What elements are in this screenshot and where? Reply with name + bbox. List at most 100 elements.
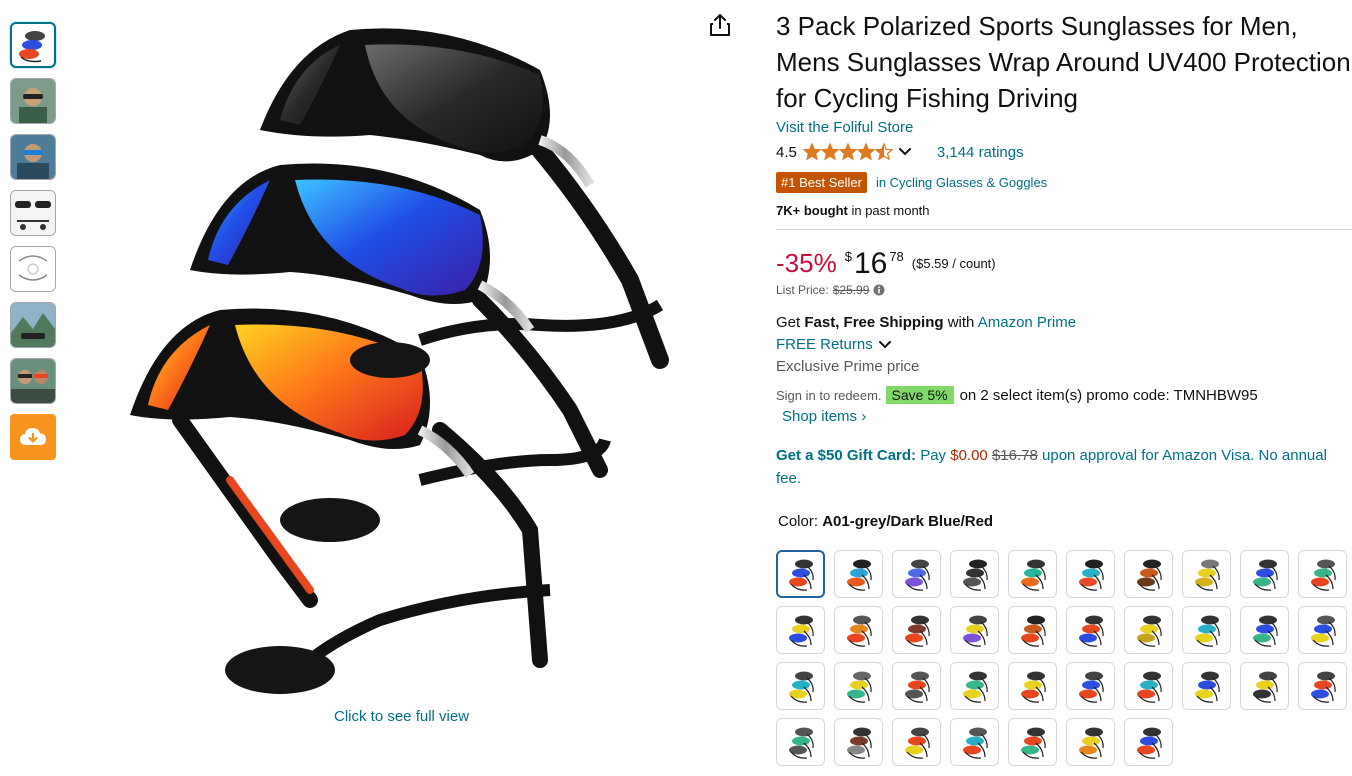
promo-row: Sign in to redeem. Save 5% on 2 select i… — [776, 384, 1352, 406]
thumbnail-image — [11, 247, 55, 291]
swatch-sunglasses-image — [788, 615, 814, 647]
color-swatch[interactable] — [1124, 550, 1173, 598]
color-label: Color: — [778, 513, 823, 530]
best-seller-row: #1 Best Seller in Cycling Glasses & Gogg… — [776, 170, 1352, 194]
thumbnail-strip — [10, 22, 58, 460]
gift-card-offer[interactable]: Get a $50 Gift Card: Pay $0.00 $16.78 up… — [776, 444, 1336, 490]
swatch-sunglasses-image — [962, 559, 988, 591]
color-swatch[interactable] — [1008, 662, 1057, 710]
color-swatch[interactable] — [892, 606, 941, 654]
color-swatch[interactable] — [1066, 718, 1115, 766]
swatch-sunglasses-image — [1252, 559, 1278, 591]
color-swatch[interactable] — [1182, 662, 1231, 710]
color-swatch[interactable] — [834, 550, 883, 598]
color-swatch-grid — [776, 550, 1352, 766]
color-swatch[interactable] — [1240, 606, 1289, 654]
swatch-sunglasses-image — [846, 559, 872, 591]
bought-count-text: in past month — [847, 203, 930, 218]
color-swatch[interactable] — [1124, 718, 1173, 766]
store-link[interactable]: Visit the Foliful Store — [776, 118, 1352, 138]
thumbnail-1[interactable] — [10, 22, 56, 68]
color-swatch[interactable] — [1298, 550, 1347, 598]
color-swatch[interactable] — [1008, 550, 1057, 598]
swatch-sunglasses-image — [1020, 727, 1046, 759]
color-swatch[interactable] — [892, 662, 941, 710]
list-price-label: List Price: — [776, 283, 829, 297]
thumbnail-2[interactable] — [10, 78, 56, 124]
unit-price: ($5.59 / count) — [911, 256, 996, 271]
list-price: List Price: $25.99 — [776, 282, 1352, 298]
color-swatch[interactable] — [1066, 606, 1115, 654]
thumbnail-image — [19, 31, 45, 63]
color-swatch[interactable] — [776, 718, 825, 766]
cloud-download-icon — [20, 428, 46, 445]
swatch-sunglasses-image — [1020, 559, 1046, 591]
thumbnail-6[interactable] — [10, 302, 56, 348]
color-swatch[interactable] — [1008, 718, 1057, 766]
color-swatch[interactable] — [776, 662, 825, 710]
color-swatch[interactable] — [1124, 662, 1173, 710]
color-swatch[interactable] — [834, 606, 883, 654]
color-swatch[interactable] — [1298, 606, 1347, 654]
color-swatch[interactable] — [1066, 550, 1115, 598]
color-swatch[interactable] — [950, 550, 999, 598]
color-swatch[interactable] — [1124, 606, 1173, 654]
swatch-sunglasses-image — [1310, 559, 1336, 591]
color-swatch[interactable] — [950, 606, 999, 654]
thumbnail-5[interactable] — [10, 246, 56, 292]
sign-in-to-redeem[interactable]: Sign in to redeem. — [776, 388, 882, 403]
star-rating[interactable] — [802, 143, 893, 161]
color-swatch[interactable] — [892, 718, 941, 766]
color-swatch[interactable] — [1240, 550, 1289, 598]
swatch-sunglasses-image — [1252, 671, 1278, 703]
ratings-count-link[interactable]: 3,144 ratings — [937, 144, 1024, 161]
color-swatch[interactable] — [1240, 662, 1289, 710]
share-button[interactable] — [708, 12, 732, 43]
thumbnail-4[interactable] — [10, 190, 56, 236]
color-swatch[interactable] — [776, 550, 825, 598]
color-value: A01-grey/Dark Blue/Red — [822, 513, 994, 530]
shipping-get: Get — [776, 314, 805, 331]
full-view-link[interactable]: Click to see full view — [334, 708, 469, 725]
swatch-sunglasses-image — [788, 671, 814, 703]
color-swatch[interactable] — [776, 606, 825, 654]
free-returns-link[interactable]: FREE Returns — [776, 334, 1352, 356]
best-seller-badge[interactable]: #1 Best Seller — [776, 171, 867, 193]
share-icon — [710, 14, 730, 36]
swatch-sunglasses-image — [846, 727, 872, 759]
thumbnail-3[interactable] — [10, 134, 56, 180]
info-icon[interactable] — [873, 284, 885, 296]
rating-row: 4.5 3,144 ratings — [776, 140, 1352, 164]
swatch-sunglasses-image — [1078, 559, 1104, 591]
main-product-image[interactable] — [120, 10, 700, 710]
color-swatch[interactable] — [950, 662, 999, 710]
amazon-prime-link[interactable]: Amazon Prime — [978, 314, 1076, 331]
price-fraction: 78 — [889, 249, 904, 264]
color-swatch[interactable] — [1182, 606, 1231, 654]
color-swatch[interactable] — [1182, 550, 1231, 598]
color-swatch[interactable] — [950, 718, 999, 766]
thumbnail-image — [11, 191, 55, 235]
color-swatch[interactable] — [892, 550, 941, 598]
promo-text: on 2 select item(s) promo code: TMNHBW95 — [959, 386, 1258, 404]
swatch-sunglasses-image — [1020, 615, 1046, 647]
swatch-sunglasses-image — [1310, 671, 1336, 703]
color-swatch[interactable] — [834, 662, 883, 710]
current-price: $ 16 78 — [845, 248, 904, 280]
thumbnail-image — [11, 79, 55, 123]
swatch-sunglasses-image — [904, 671, 930, 703]
color-swatch[interactable] — [1298, 662, 1347, 710]
shop-items-link[interactable]: Shop items › — [782, 406, 1352, 428]
color-swatch[interactable] — [1008, 606, 1057, 654]
color-swatch[interactable] — [834, 718, 883, 766]
chevron-down-icon[interactable] — [897, 144, 913, 160]
thumbnail-image — [11, 359, 55, 403]
swatch-sunglasses-image — [962, 727, 988, 759]
download-button[interactable] — [10, 414, 56, 460]
thumbnail-7[interactable] — [10, 358, 56, 404]
discount-percentage: -35% — [776, 248, 837, 278]
color-swatch[interactable] — [1066, 662, 1115, 710]
swatch-sunglasses-image — [1136, 559, 1162, 591]
best-seller-category-link[interactable]: in Cycling Glasses & Goggles — [876, 175, 1047, 190]
swatch-sunglasses-image — [962, 615, 988, 647]
